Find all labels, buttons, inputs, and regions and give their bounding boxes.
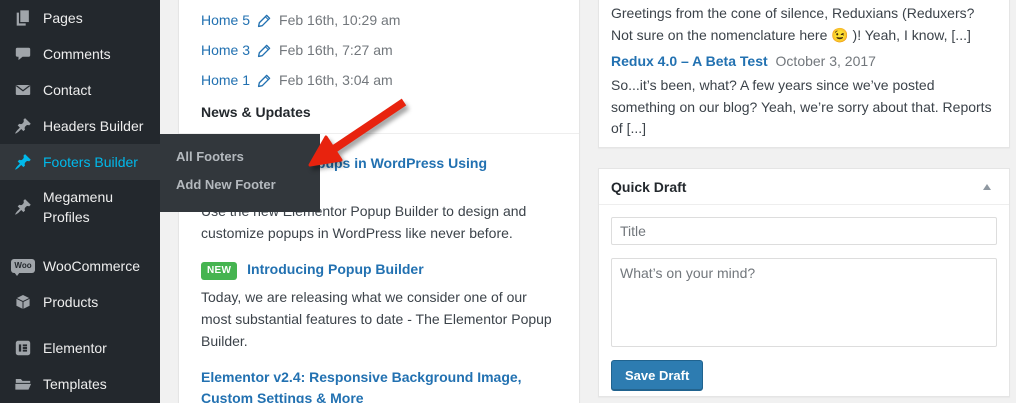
sidebar-item-label: Footers Builder <box>43 154 138 170</box>
sidebar-item-label: Products <box>43 294 98 310</box>
redux-post-link[interactable]: Redux 4.0 – A Beta Test <box>611 53 768 69</box>
sidebar-separator <box>0 320 160 330</box>
submenu-item-add-new-footer[interactable]: Add New Footer <box>160 171 320 199</box>
sidebar-item-label: Headers Builder <box>43 118 143 134</box>
news-post: Elementor v2.4: Responsive Background Im… <box>201 367 557 403</box>
recent-page-link[interactable]: Home 5 <box>201 12 250 28</box>
sidebar-item-label: Pages <box>43 10 83 26</box>
sidebar-item-templates[interactable]: Templates <box>0 366 160 402</box>
news-post-excerpt: Today, we are releasing what we consider… <box>201 286 557 352</box>
redux-post-excerpt: So...it’s been, what? A few years since … <box>611 75 993 140</box>
sidebar-item-label: Megamenu Profiles <box>43 187 143 227</box>
sidebar-item-headers-builder[interactable]: Headers Builder <box>0 108 160 144</box>
admin-sidebar: Pages Comments Contact Headers Builder F <box>0 0 160 403</box>
sidebar-item-label: WooCommerce <box>43 258 140 274</box>
recently-edited-list: Home 5 Feb 16th, 10:29 am Home 3 Feb 16t… <box>179 0 579 95</box>
recent-page-link[interactable]: Home 1 <box>201 72 250 88</box>
edit-pencil-icon[interactable] <box>257 73 272 88</box>
sidebar-item-label: Comments <box>43 46 111 62</box>
pushpin-icon <box>13 116 33 136</box>
recent-page-link[interactable]: Home 3 <box>201 42 250 58</box>
envelope-icon <box>13 80 33 100</box>
quick-draft-title-input[interactable] <box>611 217 997 245</box>
quick-draft-widget: Quick Draft Save Draft <box>598 168 1010 397</box>
quick-draft-title: Quick Draft <box>611 179 686 195</box>
submenu-item-all-footers[interactable]: All Footers <box>160 143 320 171</box>
elementor-icon <box>13 338 33 358</box>
sidebar-item-elementor[interactable]: Elementor <box>0 330 160 366</box>
pages-icon <box>13 8 33 28</box>
redux-post-date: October 3, 2017 <box>776 53 876 69</box>
footers-builder-submenu: All Footers Add New Footer <box>160 134 320 212</box>
new-badge: NEW <box>201 262 237 280</box>
save-draft-button[interactable]: Save Draft <box>611 360 703 391</box>
quick-draft-content-textarea[interactable] <box>611 258 997 347</box>
redux-news-widget: Greetings from the cone of silence, Redu… <box>598 0 1010 148</box>
recent-row: Home 1 Feb 16th, 3:04 am <box>201 65 557 95</box>
pushpin-icon <box>13 152 33 172</box>
recent-row: Home 5 Feb 16th, 10:29 am <box>201 5 557 35</box>
edit-pencil-icon[interactable] <box>257 13 272 28</box>
collapse-toggle-button[interactable] <box>977 177 997 197</box>
recent-date: Feb 16th, 10:29 am <box>279 12 400 28</box>
sidebar-item-contact[interactable]: Contact <box>0 72 160 108</box>
sidebar-item-megamenu-profiles[interactable]: Megamenu Profiles <box>0 180 160 234</box>
box-icon <box>13 292 33 312</box>
news-post-link[interactable]: Elementor v2.4: Responsive Background Im… <box>201 369 522 403</box>
sidebar-item-products[interactable]: Products <box>0 284 160 320</box>
sidebar-item-pages[interactable]: Pages <box>0 0 160 36</box>
sidebar-item-label: Elementor <box>43 340 107 356</box>
news-post-link[interactable]: Introducing Popup Builder <box>247 261 424 277</box>
news-updates-heading: News & Updates <box>201 104 311 120</box>
news-post: NEW Introducing Popup Builder Today, we … <box>201 259 557 352</box>
pushpin-icon <box>13 197 33 217</box>
sidebar-item-woocommerce[interactable]: Woo WooCommerce <box>0 248 160 284</box>
recent-date: Feb 16th, 7:27 am <box>279 42 393 58</box>
news-updates-header: News & Updates <box>179 104 579 134</box>
edit-pencil-icon[interactable] <box>257 43 272 58</box>
woocommerce-icon: Woo <box>13 256 33 276</box>
folder-icon <box>13 374 33 394</box>
redux-intro-excerpt: Greetings from the cone of silence, Redu… <box>611 3 993 46</box>
recent-row: Home 3 Feb 16th, 7:27 am <box>201 35 557 65</box>
wordpress-admin-dashboard: Pages Comments Contact Headers Builder F <box>0 0 1016 403</box>
sidebar-item-footers-builder[interactable]: Footers Builder <box>0 144 160 180</box>
triangle-up-icon <box>983 184 991 190</box>
comments-icon <box>13 44 33 64</box>
sidebar-item-label: Templates <box>43 376 107 392</box>
sidebar-item-comments[interactable]: Comments <box>0 36 160 72</box>
recent-date: Feb 16th, 3:04 am <box>279 72 393 88</box>
sidebar-separator <box>0 234 160 248</box>
sidebar-item-label: Contact <box>43 82 91 98</box>
